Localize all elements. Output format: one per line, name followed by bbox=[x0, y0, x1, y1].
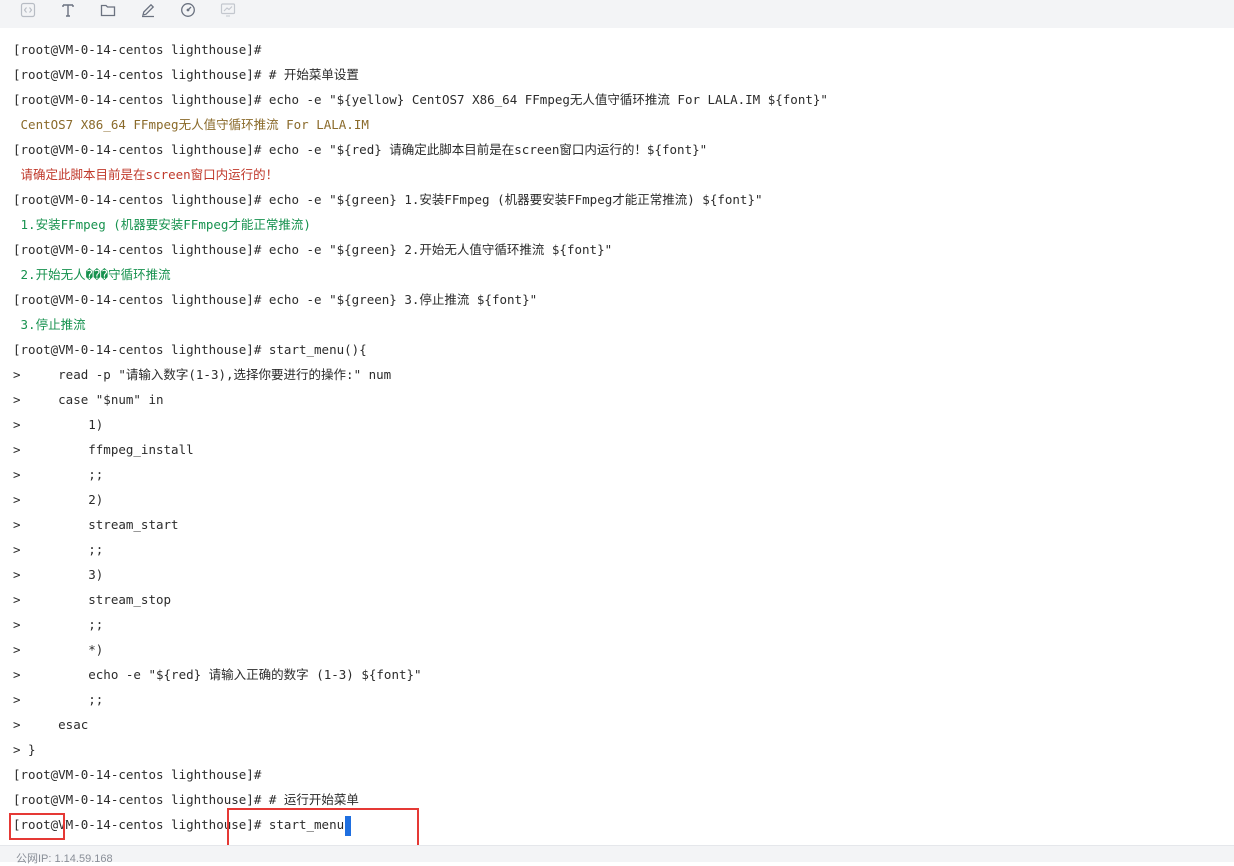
terminal-line: > ;; bbox=[13, 462, 103, 487]
terminal-line-text: > ;; bbox=[13, 542, 104, 557]
terminal-line: > 3) bbox=[13, 562, 103, 587]
terminal-line-text: > ;; bbox=[13, 617, 104, 632]
terminal-line-text: > 1) bbox=[13, 417, 104, 432]
code-icon[interactable] bbox=[17, 0, 39, 20]
terminal-line: [root@VM-0-14-centos lighthouse]# start_… bbox=[13, 812, 352, 837]
terminal-line-text: > 2) bbox=[13, 492, 104, 507]
terminal-line-text: > esac bbox=[13, 717, 89, 732]
terminal-line-text: > ;; bbox=[13, 692, 104, 707]
terminal-line-text: > *) bbox=[13, 642, 104, 657]
terminal-line: [root@VM-0-14-centos lighthouse]# echo -… bbox=[13, 287, 537, 312]
terminal-line-text: [root@VM-0-14-centos lighthouse]# echo -… bbox=[13, 292, 538, 307]
terminal-line-text: > read -p "请输入数字(1-3),选择你要进行的操作:" num bbox=[13, 367, 392, 382]
terminal-line: 2.开始无人���守循环推流 bbox=[13, 262, 171, 287]
terminal-line: 3.停止推流 bbox=[13, 312, 86, 337]
terminal-line: > *) bbox=[13, 637, 103, 662]
terminal-toolbar bbox=[0, 0, 1234, 29]
terminal-line-text: [root@VM-0-14-centos lighthouse]# echo -… bbox=[13, 242, 613, 257]
terminal-line: [root@VM-0-14-centos lighthouse]# echo -… bbox=[13, 237, 612, 262]
terminal-line: [root@VM-0-14-centos lighthouse]# # 开始菜单… bbox=[13, 62, 359, 87]
terminal-line-text: > case "$num" in bbox=[13, 392, 164, 407]
terminal-line: > ;; bbox=[13, 687, 103, 712]
terminal-line-text: 3.停止推流 bbox=[13, 317, 86, 332]
terminal-line: [root@VM-0-14-centos lighthouse]# echo -… bbox=[13, 187, 763, 212]
dashboard-icon[interactable] bbox=[177, 0, 199, 20]
monitor-icon[interactable] bbox=[217, 0, 239, 20]
terminal-line-text: CentOS7 X86_64 FFmpeg无人值守循环推流 For LALA.I… bbox=[13, 117, 369, 132]
folder-icon[interactable] bbox=[97, 0, 119, 20]
terminal-line-text: > echo -e "${red} 请输入正确的数字 (1-3) ${font}… bbox=[13, 667, 422, 682]
terminal-line-text: [root@VM-0-14-centos lighthouse]# echo -… bbox=[13, 142, 708, 157]
terminal-line: > } bbox=[13, 737, 36, 762]
terminal-line-text: > 3) bbox=[13, 567, 104, 582]
terminal-line: > 2) bbox=[13, 487, 103, 512]
terminal-line: [root@VM-0-14-centos lighthouse]# echo -… bbox=[13, 87, 828, 112]
terminal-line: > 1) bbox=[13, 412, 103, 437]
terminal-line: 请确定此脚本目前是在screen窗口内运行的！ bbox=[13, 162, 279, 187]
terminal-line-text: [root@VM-0-14-centos lighthouse]# start_… bbox=[13, 817, 345, 832]
terminal-line-text: [root@VM-0-14-centos lighthouse]# bbox=[13, 42, 262, 57]
terminal-line: > ;; bbox=[13, 612, 103, 637]
terminal-line: > stream_stop bbox=[13, 587, 171, 612]
terminal-line-text: [root@VM-0-14-centos lighthouse]# start_… bbox=[13, 342, 367, 357]
terminal-output[interactable]: [root@VM-0-14-centos lighthouse]# [root@V… bbox=[0, 28, 1234, 845]
terminal-line: [root@VM-0-14-centos lighthouse]# bbox=[13, 762, 261, 787]
terminal-line: [root@VM-0-14-centos lighthouse]# echo -… bbox=[13, 137, 707, 162]
terminal-line: > stream_start bbox=[13, 512, 179, 537]
status-bar: 公网IP: 1.14.59.168 bbox=[0, 845, 1234, 865]
terminal-line-text: > } bbox=[13, 742, 36, 757]
terminal-line-text: > stream_stop bbox=[13, 592, 172, 607]
terminal-line: > read -p "请输入数字(1-3),选择你要进行的操作:" num bbox=[13, 362, 391, 387]
terminal-line-text: [root@VM-0-14-centos lighthouse]# echo -… bbox=[13, 192, 763, 207]
text-icon[interactable] bbox=[57, 0, 79, 20]
terminal-line: > esac bbox=[13, 712, 88, 737]
terminal-line: > ;; bbox=[13, 537, 103, 562]
terminal-line-text: > ffmpeg_install bbox=[13, 442, 194, 457]
terminal-line: [root@VM-0-14-centos lighthouse]# start_… bbox=[13, 337, 367, 362]
terminal-line-text: > ;; bbox=[13, 467, 104, 482]
terminal-line-text: [root@VM-0-14-centos lighthouse]# echo -… bbox=[13, 92, 828, 107]
text-cursor bbox=[345, 815, 352, 836]
terminal-line-text: [root@VM-0-14-centos lighthouse]# # 开始菜单… bbox=[13, 67, 359, 82]
public-ip-text: 公网IP: 1.14.59.168 bbox=[16, 853, 113, 865]
terminal-line: [root@VM-0-14-centos lighthouse]# bbox=[13, 37, 261, 62]
edit-icon[interactable] bbox=[137, 0, 159, 20]
terminal-line: > case "$num" in bbox=[13, 387, 164, 412]
terminal-line: 1.安装FFmpeg (机器要安装FFmpeg才能正常推流) bbox=[13, 212, 311, 237]
terminal-line-text: > stream_start bbox=[13, 517, 179, 532]
terminal-line-text: 1.安装FFmpeg (机器要安装FFmpeg才能正常推流) bbox=[13, 217, 311, 232]
terminal-line: [root@VM-0-14-centos lighthouse]# # 运行开始… bbox=[13, 787, 359, 812]
terminal-line-text: [root@VM-0-14-centos lighthouse]# bbox=[13, 767, 262, 782]
terminal-line-text: 请确定此脚本目前是在screen窗口内运行的！ bbox=[13, 167, 279, 182]
terminal-line: > ffmpeg_install bbox=[13, 437, 194, 462]
terminal-line-text: [root@VM-0-14-centos lighthouse]# # 运行开始… bbox=[13, 792, 359, 807]
terminal-line: > echo -e "${red} 请输入正确的数字 (1-3) ${font}… bbox=[13, 662, 422, 687]
terminal-line-text: 2.开始无人���守循环推流 bbox=[13, 267, 171, 282]
terminal-line: CentOS7 X86_64 FFmpeg无人值守循环推流 For LALA.I… bbox=[13, 112, 369, 137]
